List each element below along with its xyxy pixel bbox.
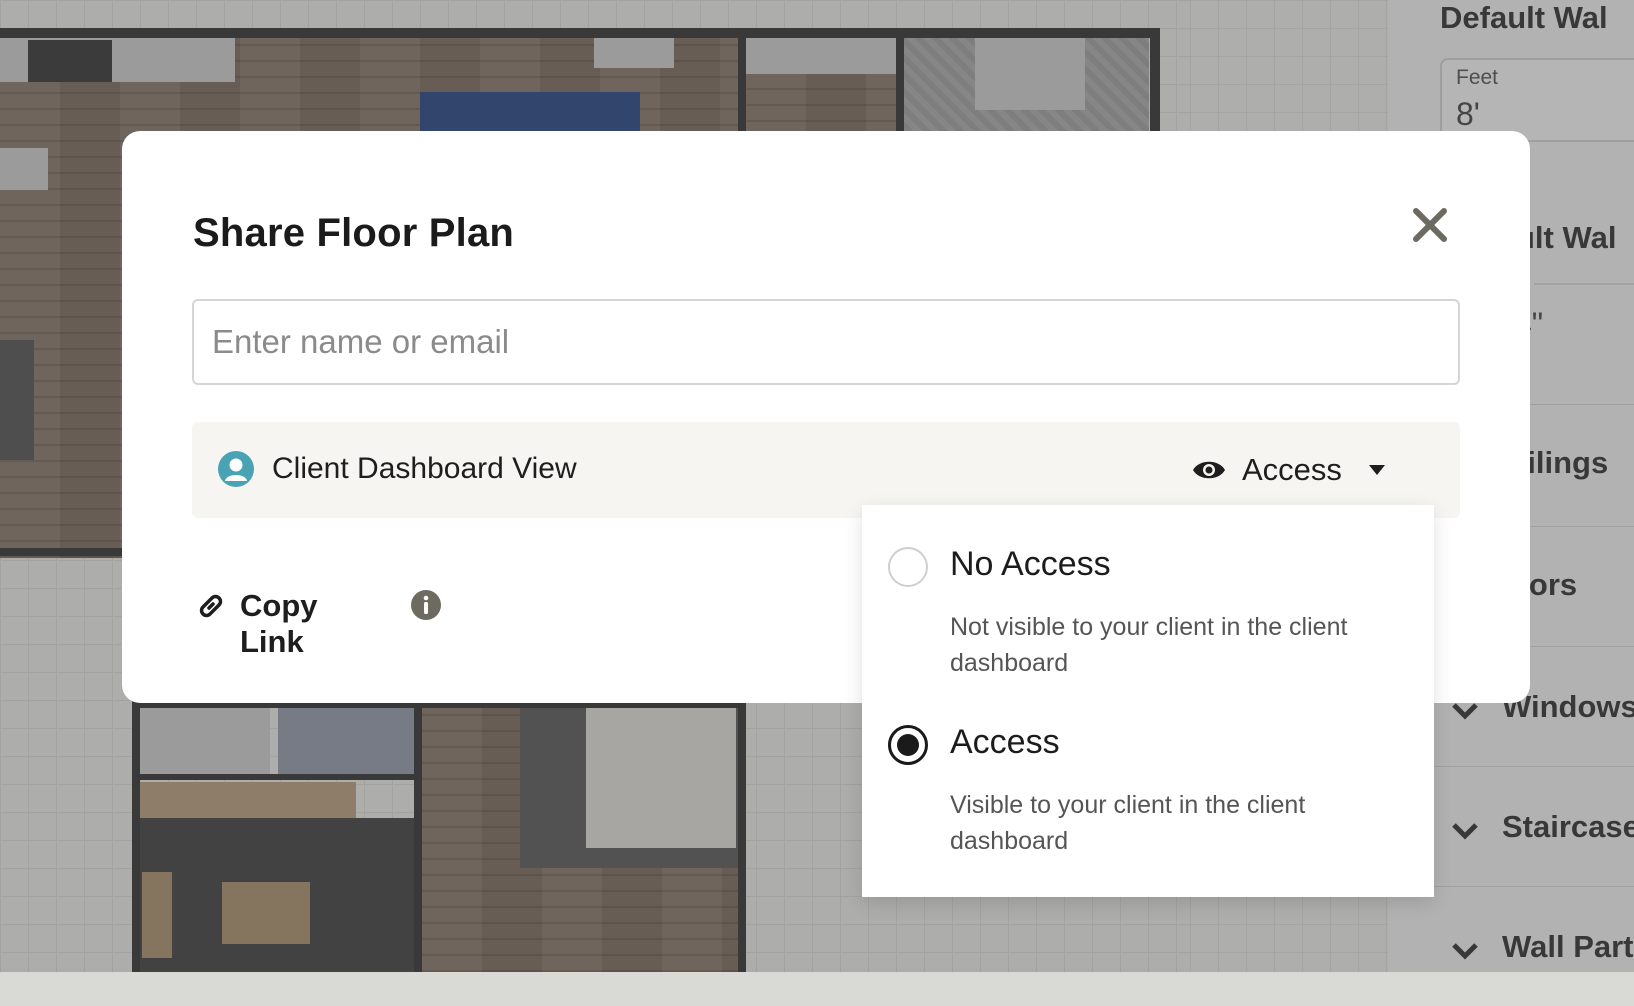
copy-link-label: Copy Link xyxy=(240,588,318,659)
link-icon xyxy=(199,594,223,618)
info-icon[interactable] xyxy=(410,589,442,621)
access-radio[interactable] xyxy=(888,725,928,765)
close-button[interactable] xyxy=(1410,205,1450,245)
option-title: Access xyxy=(950,723,1060,761)
option-description: Not visible to your client in the client… xyxy=(950,613,1348,677)
client-dashboard-view-label: Client Dashboard View xyxy=(272,452,577,485)
access-dropdown-toggle[interactable]: Access xyxy=(1192,444,1392,496)
client-dashboard-view-row: Client Dashboard View Access xyxy=(192,422,1460,518)
copy-link-button[interactable]: Copy Link xyxy=(196,581,376,659)
access-selected-label: Access xyxy=(1242,452,1342,487)
eye-icon xyxy=(1193,461,1225,479)
option-access[interactable]: Access Visible to your client in the cli… xyxy=(862,683,1434,855)
caret-down-icon xyxy=(1369,465,1385,475)
option-no-access[interactable]: No Access Not visible to your client in … xyxy=(862,505,1434,677)
modal-title: Share Floor Plan xyxy=(193,211,515,255)
option-title: No Access xyxy=(950,545,1111,583)
user-avatar-icon xyxy=(218,451,254,487)
close-icon xyxy=(1413,208,1447,242)
name-or-email-input[interactable] xyxy=(192,299,1460,385)
access-dropdown-menu: No Access Not visible to your client in … xyxy=(862,505,1434,897)
no-access-radio[interactable] xyxy=(888,547,928,587)
option-description: Visible to your client in the client das… xyxy=(950,791,1306,855)
